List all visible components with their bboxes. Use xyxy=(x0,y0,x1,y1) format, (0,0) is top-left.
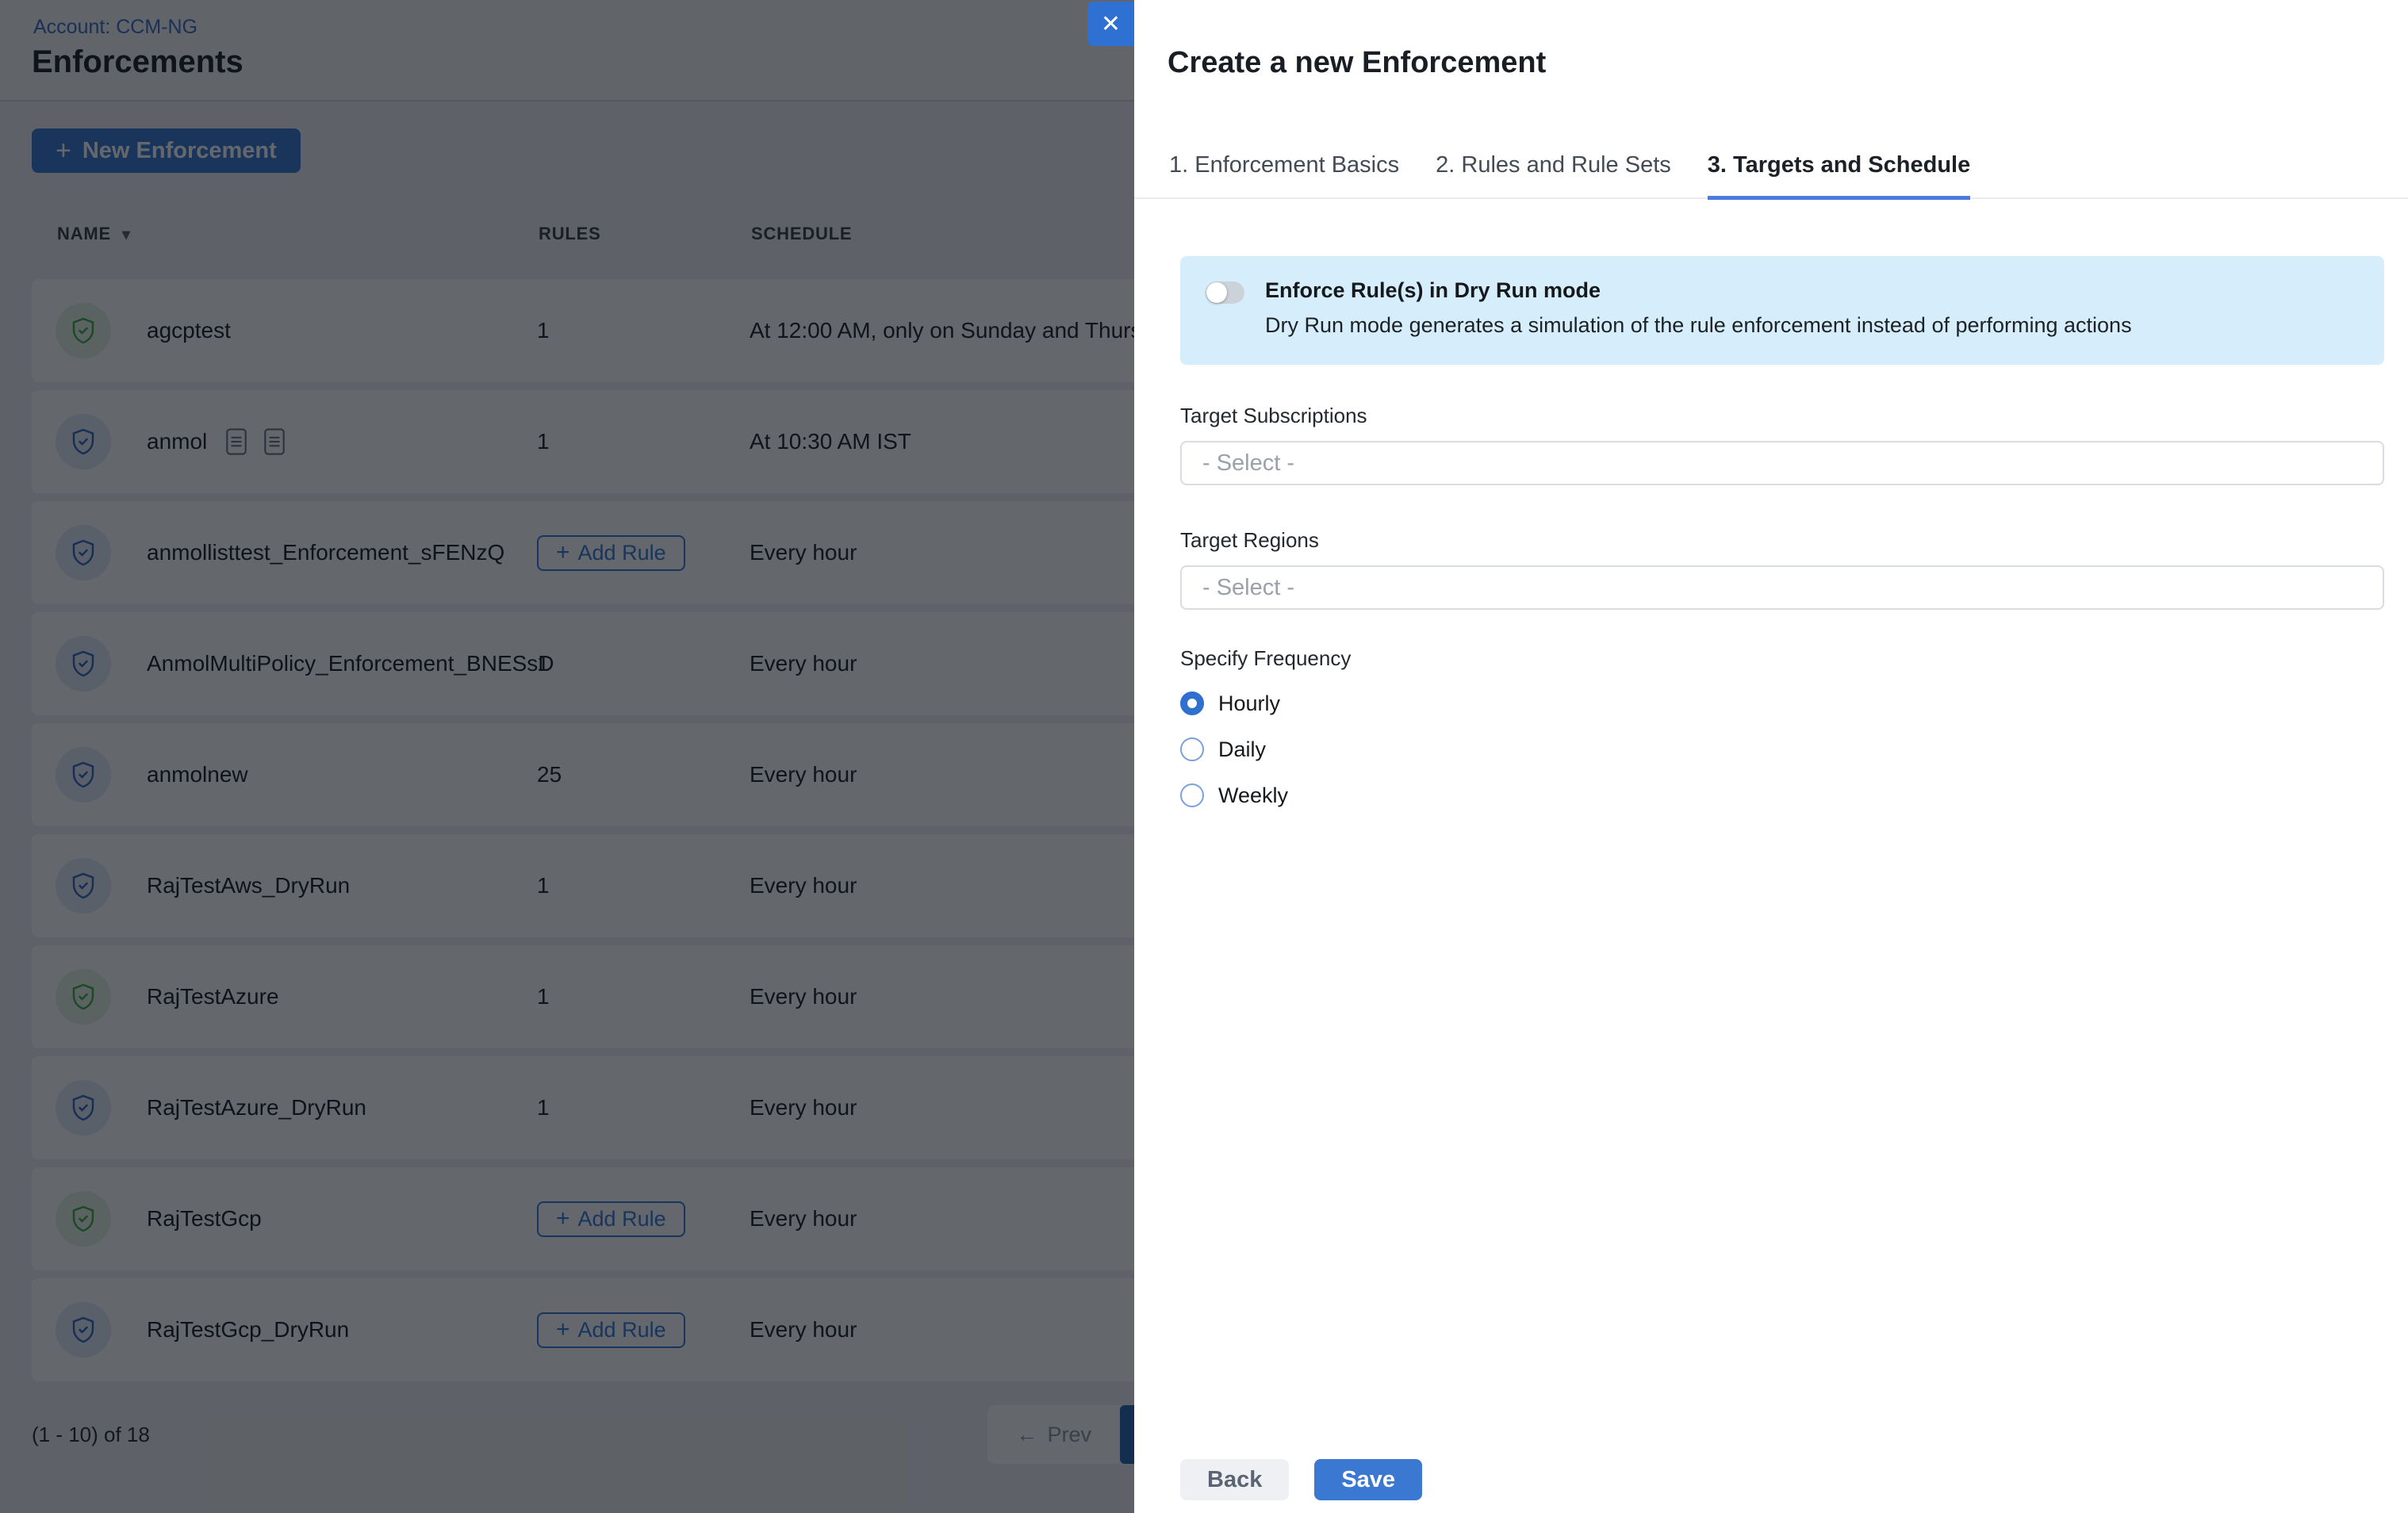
drawer-body: Enforce Rule(s) in Dry Run mode Dry Run … xyxy=(1180,195,2384,809)
tab-targets-and-schedule[interactable]: 3. Targets and Schedule xyxy=(1708,152,1970,200)
toggle-knob-icon xyxy=(1206,282,1227,303)
target-regions-select[interactable]: - Select - xyxy=(1180,565,2384,610)
radio-unselected-icon xyxy=(1180,783,1204,807)
target-subscriptions-select[interactable]: - Select - xyxy=(1180,441,2384,485)
radio-unselected-icon xyxy=(1180,737,1204,761)
close-button[interactable]: ✕ xyxy=(1087,2,1134,46)
frequency-option-label: Weekly xyxy=(1218,783,1288,808)
radio-selected-icon xyxy=(1180,691,1204,715)
target-regions-label: Target Regions xyxy=(1180,528,2384,553)
create-enforcement-drawer: ✕ Create a new Enforcement 1. Enforcemen… xyxy=(1134,0,2408,1513)
specify-frequency-label: Specify Frequency xyxy=(1180,646,2384,671)
close-icon: ✕ xyxy=(1101,10,1121,38)
frequency-option-daily[interactable]: Daily xyxy=(1180,736,2384,763)
dry-run-description: Dry Run mode generates a simulation of t… xyxy=(1265,313,2132,338)
frequency-option-label: Daily xyxy=(1218,737,1266,762)
save-button[interactable]: Save xyxy=(1314,1459,1422,1500)
frequency-option-weekly[interactable]: Weekly xyxy=(1180,782,2384,809)
tab-enforcement-basics[interactable]: 1. Enforcement Basics xyxy=(1169,152,1399,197)
target-subscriptions-label: Target Subscriptions xyxy=(1180,404,2384,428)
drawer-footer: Back Save xyxy=(1180,1459,1422,1500)
dry-run-banner: Enforce Rule(s) in Dry Run mode Dry Run … xyxy=(1180,256,2384,365)
frequency-option-hourly[interactable]: Hourly xyxy=(1180,690,2384,717)
wizard-tabs: 1. Enforcement Basics 2. Rules and Rule … xyxy=(1134,152,2408,199)
drawer-title: Create a new Enforcement xyxy=(1168,46,1546,80)
frequency-option-label: Hourly xyxy=(1218,691,1280,716)
back-button[interactable]: Back xyxy=(1180,1459,1289,1500)
tab-rules-and-rule-sets[interactable]: 2. Rules and Rule Sets xyxy=(1436,152,1671,197)
dry-run-title: Enforce Rule(s) in Dry Run mode xyxy=(1265,278,2132,303)
dry-run-toggle[interactable] xyxy=(1206,282,1244,304)
